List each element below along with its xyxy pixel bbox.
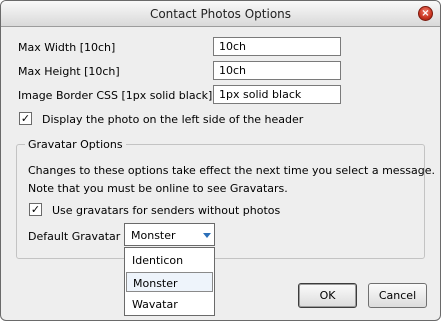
dropdown-option-identicon[interactable]: Identicon bbox=[126, 250, 213, 270]
max-width-input[interactable]: 10ch bbox=[213, 37, 341, 56]
chevron-down-icon[interactable] bbox=[203, 233, 211, 238]
default-gravatar-label: Default Gravatar bbox=[28, 230, 121, 243]
display-left-checkbox[interactable]: ✓ bbox=[19, 112, 32, 125]
gravatar-note-line2: Note that you must be online to see Grav… bbox=[28, 182, 288, 195]
title-bar: Contact Photos Options × bbox=[1, 1, 440, 27]
cancel-button[interactable]: Cancel bbox=[368, 283, 427, 308]
gravatar-note-line1: Changes to these options take effect the… bbox=[28, 164, 436, 177]
default-gravatar-select[interactable]: Monster bbox=[124, 223, 215, 246]
default-gravatar-value: Monster bbox=[131, 229, 176, 242]
gravatar-group-title: Gravatar Options bbox=[25, 138, 126, 151]
border-css-label: Image Border CSS [1px solid black] bbox=[18, 89, 213, 102]
display-left-label: Display the photo on the left side of th… bbox=[42, 113, 304, 126]
use-gravatars-label: Use gravatars for senders without photos bbox=[52, 204, 281, 217]
border-css-input[interactable]: 1px solid black bbox=[213, 85, 341, 104]
dropdown-option-wavatar[interactable]: Wavatar bbox=[126, 294, 213, 314]
max-height-input[interactable]: 10ch bbox=[213, 61, 341, 80]
options-dialog: Contact Photos Options × Max Width [10ch… bbox=[0, 0, 441, 321]
ok-button[interactable]: OK bbox=[298, 283, 357, 308]
max-height-label: Max Height [10ch] bbox=[18, 65, 120, 78]
dropdown-option-monster[interactable]: Monster bbox=[126, 272, 213, 292]
use-gravatars-checkbox[interactable]: ✓ bbox=[29, 203, 42, 216]
max-width-label: Max Width [10ch] bbox=[18, 41, 116, 54]
window-title: Contact Photos Options bbox=[149, 7, 292, 21]
close-icon[interactable]: × bbox=[418, 6, 433, 21]
gravatar-dropdown-list: Identicon Monster Wavatar bbox=[124, 247, 215, 316]
